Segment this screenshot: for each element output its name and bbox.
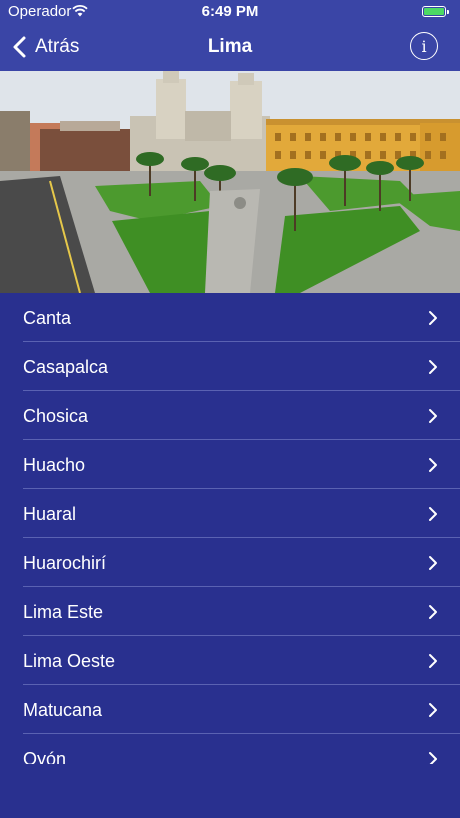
city-photo (0, 71, 460, 293)
chevron-right-icon (429, 409, 437, 423)
list-item-label: Huaral (23, 504, 77, 524)
list-item[interactable]: Matucana (0, 685, 460, 734)
list-item-label: Casapalca (23, 357, 109, 377)
chevron-right-icon (429, 605, 437, 619)
list-item-label: Matucana (23, 700, 103, 720)
info-icon: i (421, 36, 427, 56)
chevron-right-icon (429, 311, 437, 325)
list-item-label: Lima Oeste (23, 651, 116, 671)
chevron-right-icon (429, 752, 437, 764)
list-item[interactable]: Canta (0, 293, 460, 342)
list-item[interactable]: Huacho (0, 440, 460, 489)
list-item-label: Huarochirí (23, 553, 107, 573)
list-item-label: Lima Este (23, 602, 104, 622)
chevron-right-icon (429, 458, 437, 472)
chevron-right-icon (429, 703, 437, 717)
list-item-label: Huacho (23, 455, 86, 475)
list-item[interactable]: Lima Este (0, 587, 460, 636)
clock: 6:49 PM (201, 3, 259, 20)
battery-tip (447, 10, 449, 14)
chevron-right-icon (429, 556, 437, 570)
list-item[interactable]: Chosica (0, 391, 460, 440)
list-item-label: Canta (23, 308, 72, 328)
navigation-bar: Atrás Lima i (0, 24, 460, 71)
info-button[interactable]: i (410, 32, 438, 60)
battery-icon (422, 6, 449, 17)
list-item[interactable]: Huarochirí (0, 538, 460, 587)
city-list: Canta Casapalca Chosica Huacho Huaral Huaroch… (0, 293, 460, 764)
list-item[interactable]: Huaral (0, 489, 460, 538)
chevron-right-icon (429, 507, 437, 521)
list-item[interactable]: Lima Oeste (0, 636, 460, 685)
list-item-label: Oyón (23, 749, 67, 764)
plaza-image (0, 71, 460, 293)
battery-fill (424, 8, 444, 15)
chevron-right-icon (429, 654, 437, 668)
status-bar: Operador 6:49 PM (0, 0, 460, 24)
list-item[interactable]: Casapalca (0, 342, 460, 391)
page-title: Lima (207, 36, 253, 57)
list-item[interactable]: Oyón (0, 734, 460, 764)
list-item-label: Chosica (23, 406, 89, 426)
chevron-right-icon (429, 360, 437, 374)
